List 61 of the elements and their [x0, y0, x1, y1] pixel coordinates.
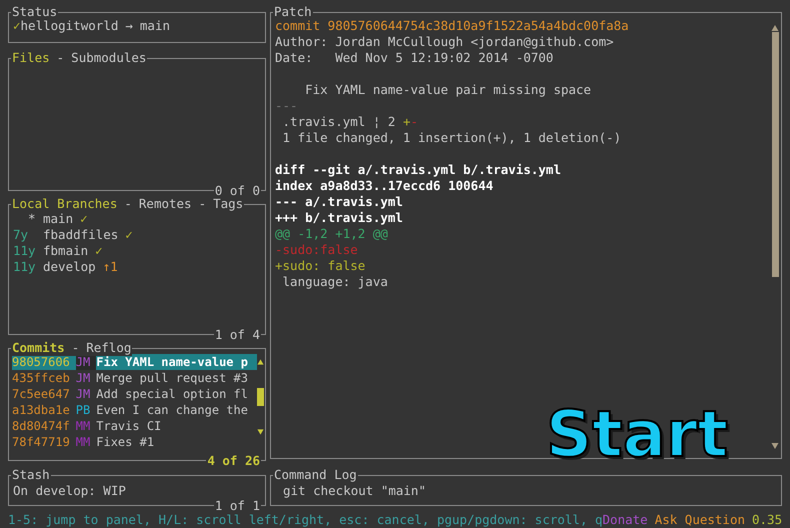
patch-line: commit 9805760644754c38d10a9f1522a54a4bdc00fa8a [275, 18, 630, 34]
panel-tab[interactable]: Remotes [138, 196, 192, 212]
branch-age: 7y [13, 227, 28, 243]
ask-question-link[interactable]: Ask Question [654, 512, 752, 528]
patch-line: --- [275, 98, 299, 114]
patch-line: index a9a8d33..17eccd6 100644 [275, 178, 494, 194]
patch-line: Author: Jordan McCullough <jordan@github.com> [275, 34, 615, 50]
branch-age: 11y [13, 243, 36, 259]
scroll-down-icon[interactable] [771, 442, 779, 450]
patch-line: language: java [282, 274, 389, 290]
branch-item[interactable]: develop [43, 259, 103, 275]
keybinding-hints: 1-5: jump to panel, H/L: scroll left/right, esc: cancel, pgup/pgdown: scroll, q [8, 512, 603, 528]
patch-line: diff --git a/.travis.yml b/.travis.yml [275, 162, 562, 178]
panel-tab[interactable]: Commits [12, 340, 65, 356]
branch-age: 11y [13, 259, 36, 275]
patch-line: +sudo: false [275, 258, 366, 274]
caption-overlay: Start [546, 398, 728, 472]
version-label: 0.35 [752, 512, 782, 528]
panel-title: Command Log [274, 467, 357, 483]
tab-separator: - [70, 340, 80, 356]
branch-item[interactable]: main [43, 211, 80, 227]
commit-row[interactable]: a13dba1e PB Even I can change the [12, 402, 257, 418]
branch-status: ↑1 [102, 259, 118, 275]
patch-line: +++ b/.travis.yml [275, 210, 404, 226]
panel-tab[interactable]: Local Branches [12, 196, 118, 212]
panel-tab[interactable]: Files [12, 50, 50, 66]
stash-item[interactable]: On develop: WIP [13, 483, 261, 499]
branch-status: ✓ [95, 243, 103, 259]
patch-line: Fix YAML name-value pair missing space [304, 82, 592, 98]
branch-status: ✓ [80, 211, 88, 227]
commit-row[interactable]: 7c5ee647 JM Add special option fl [12, 386, 257, 402]
scroll-down-icon[interactable] [257, 428, 264, 436]
patch-line: --- a/.travis.yml [275, 194, 404, 210]
head-marker: * [27, 211, 36, 227]
branch-status: ✓ [125, 227, 133, 243]
patch-line: 1 file changed, 1 insertion(+), 1 deletion(-) [282, 130, 622, 146]
patch-line: Date: Wed Nov 5 12:19:02 2014 -0700 [275, 50, 554, 66]
tab-separator: - [56, 50, 66, 66]
tab-separator: - [123, 196, 133, 212]
commit-row[interactable]: 435ffceb JM Merge pull request #3 [12, 370, 257, 386]
panel-title: Patch [274, 4, 312, 20]
commit-row[interactable]: 8d80474f MM Travis CI [12, 418, 257, 434]
panel-title: Status [12, 4, 58, 20]
panel-tab[interactable]: Submodules [71, 50, 146, 66]
panel-tab[interactable]: Tags [213, 196, 244, 212]
commit-row[interactable]: 98057606 JM Fix YAML name-value p [12, 354, 257, 370]
panel-tab[interactable]: Reflog [86, 340, 132, 356]
repo-name: hellogitworld [20, 18, 118, 34]
panel-title: Stash [12, 467, 50, 483]
arrow-glyph: → [124, 18, 134, 34]
patch-line: -sudo:false [275, 242, 359, 258]
branch-item[interactable]: fbmain [43, 243, 96, 259]
tab-separator: - [198, 196, 208, 212]
log-entry: git checkout "main" [282, 483, 427, 499]
commit-row[interactable]: 78f47719 MM Fixes #1 [12, 434, 257, 450]
check-mark: ✓ [13, 18, 21, 34]
patch-line: @@ -1,2 +1,2 @@ [275, 226, 389, 242]
branch-item[interactable]: fbaddfiles [43, 227, 126, 243]
scrollbar-thumb[interactable] [257, 388, 264, 406]
branch-name: main [140, 18, 170, 34]
diff-stat-line: .travis.yml ¦ 2 +- [282, 114, 419, 130]
